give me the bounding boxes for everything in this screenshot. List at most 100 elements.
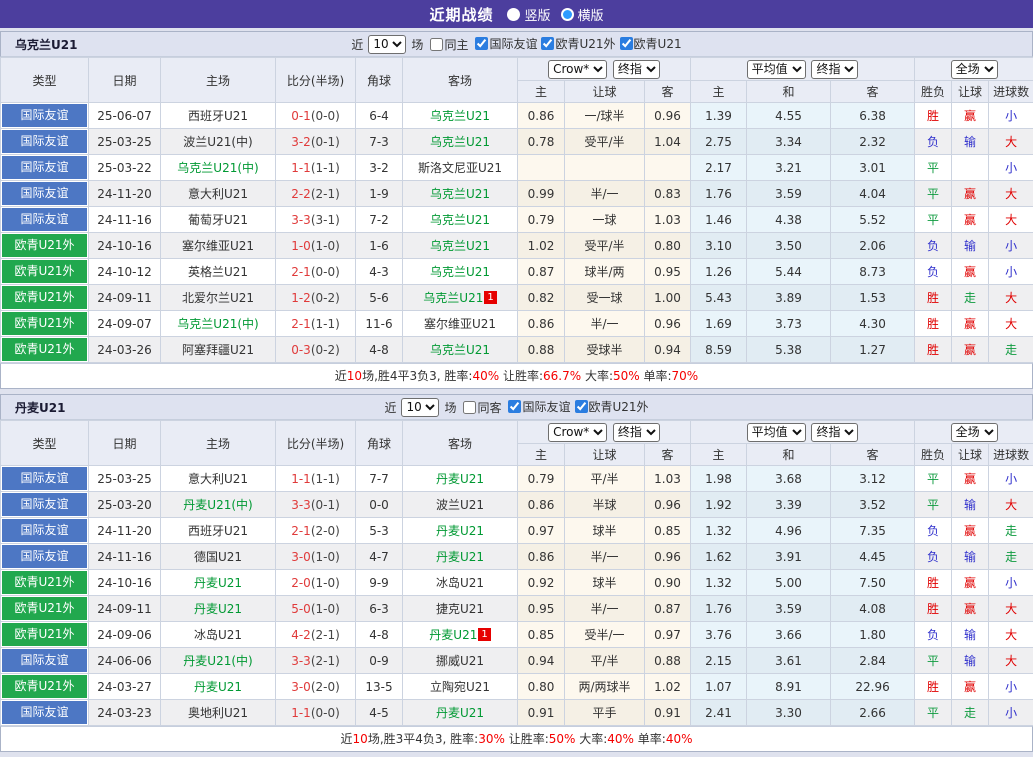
home-team-name: 丹麦U21(中) (183, 498, 252, 512)
summary-text: 66.7% (543, 369, 581, 383)
avg-away-cell: 2.66 (831, 700, 915, 726)
odds-away-cell: 0.91 (645, 700, 691, 726)
league-checkbox[interactable]: 国际友谊 (508, 398, 570, 415)
radio-vertical-icon[interactable] (507, 8, 520, 21)
league-type-cell: 国际友谊 (1, 466, 89, 492)
league-type-cell: 欧青U21外 (1, 259, 89, 285)
league-checkbox[interactable]: 欧青U21外 (575, 398, 649, 415)
score-cell: 3-3(2-1) (276, 648, 356, 674)
vertical-layout-option[interactable]: 竖版 (507, 5, 550, 24)
avg-home-cell: 1.32 (691, 518, 747, 544)
summary-text: 50% (549, 732, 576, 746)
avg-home-cell: 1.92 (691, 492, 747, 518)
home-team-name: 丹麦U21 (194, 680, 242, 694)
result-cell-value: 负 (927, 239, 939, 253)
odds-away-cell: 0.96 (645, 544, 691, 570)
same-venue-checkbox[interactable]: 同主 (430, 36, 468, 53)
score-cell: 3-0(1-0) (276, 544, 356, 570)
handicap-result-cell: 输 (952, 544, 989, 570)
home-team-name: 北爱尔兰U21 (182, 291, 254, 305)
avg-away-cell: 1.80 (831, 622, 915, 648)
corners-cell: 5-3 (356, 518, 403, 544)
corners-cell: 5-6 (356, 285, 403, 311)
result-cell: 胜 (915, 674, 952, 700)
same-venue-checkbox[interactable]: 同客 (463, 399, 501, 416)
final-odds-select[interactable]: 终指 (613, 60, 660, 79)
league-type-badge: 欧青U21外 (2, 312, 87, 335)
final-odds-select-2[interactable]: 终指 (811, 60, 858, 79)
bookmaker-select[interactable]: Crow* (548, 60, 607, 79)
goals-cell: 大 (989, 648, 1033, 674)
radio-horizontal-icon[interactable] (561, 8, 574, 21)
avg-away-cell: 2.32 (831, 129, 915, 155)
handicap-cell: 受半/一 (565, 622, 645, 648)
result-cell-value: 负 (927, 135, 939, 149)
avg-away-cell: 5.52 (831, 207, 915, 233)
home-team-name: 西班牙U21 (188, 109, 248, 123)
col-header-goals: 进球数 (989, 444, 1033, 466)
avg-home-cell: 2.75 (691, 129, 747, 155)
match-row: 欧青U21外24-03-27丹麦U213-0(2-0)13-5立陶宛U210.8… (1, 674, 1033, 700)
handicap-result-cell: 赢 (952, 466, 989, 492)
handicap-cell: 受一球 (565, 285, 645, 311)
col-header-corner: 角球 (356, 421, 403, 466)
horizontal-layout-option[interactable]: 横版 (561, 5, 604, 24)
handicap-result-cell-value: 走 (964, 291, 976, 305)
avg-home-cell: 1.32 (691, 570, 747, 596)
league-checkbox-input[interactable] (541, 37, 554, 50)
corners-cell: 11-6 (356, 311, 403, 337)
full-match-select[interactable]: 全场 (951, 60, 998, 79)
odds-away-cell: 0.95 (645, 259, 691, 285)
league-checkbox[interactable]: 欧青U21外 (541, 35, 615, 52)
average-select[interactable]: 平均值 (747, 423, 806, 442)
home-team-name: 西班牙U21 (188, 524, 248, 538)
odds-home-cell (518, 155, 565, 181)
league-checkbox-input[interactable] (575, 400, 588, 413)
league-checkbox-input[interactable] (508, 400, 521, 413)
date-cell: 24-03-27 (89, 674, 161, 700)
summary-text: 近 (335, 369, 347, 383)
away-team-cell: 波兰U21 (403, 492, 518, 518)
corners-cell: 3-2 (356, 155, 403, 181)
result-cell-value: 平 (927, 498, 939, 512)
league-type-cell: 欧青U21外 (1, 285, 89, 311)
match-row: 国际友谊25-03-20丹麦U21(中)3-3(0-1)0-0波兰U210.86… (1, 492, 1033, 518)
bookmaker-select[interactable]: Crow* (548, 423, 607, 442)
summary-text: 大率: (575, 732, 607, 746)
goals-cell: 大 (989, 596, 1033, 622)
league-checkbox[interactable]: 欧青U21 (620, 35, 682, 52)
match-count-select[interactable]: 10 (401, 398, 439, 417)
home-team-cell: 德国U21 (161, 544, 276, 570)
avg-home-cell: 3.76 (691, 622, 747, 648)
league-checkbox-input[interactable] (475, 37, 488, 50)
odds-away-cell: 0.96 (645, 311, 691, 337)
handicap-result-cell: 赢 (952, 207, 989, 233)
handicap-result-cell-value: 输 (964, 135, 976, 149)
odds-home-cell: 0.85 (518, 622, 565, 648)
goals-cell: 走 (989, 544, 1033, 570)
league-checkbox[interactable]: 国际友谊 (475, 35, 537, 52)
full-match-select[interactable]: 全场 (951, 423, 998, 442)
handicap-cell: 受球半 (565, 337, 645, 363)
date-cell: 24-09-07 (89, 311, 161, 337)
bookmaker-group-header: Crow* 终指 (518, 58, 691, 81)
final-odds-select[interactable]: 终指 (613, 423, 660, 442)
final-odds-select-2[interactable]: 终指 (811, 423, 858, 442)
avg-away-cell: 4.45 (831, 544, 915, 570)
match-count-select[interactable]: 10 (368, 35, 406, 54)
same-venue-checkbox-input[interactable] (463, 401, 476, 414)
same-venue-checkbox-input[interactable] (430, 38, 443, 51)
average-select[interactable]: 平均值 (747, 60, 806, 79)
odds-home-cell: 1.02 (518, 233, 565, 259)
half-time-score: (0-0) (311, 109, 340, 123)
half-time-score: (2-0) (311, 524, 340, 538)
goals-cell-value: 走 (1005, 343, 1017, 357)
result-cell: 平 (915, 648, 952, 674)
handicap-result-cell: 赢 (952, 259, 989, 285)
league-type-badge: 国际友谊 (2, 649, 87, 672)
col-header-handicap-result: 让球 (952, 444, 989, 466)
odds-home-cell: 0.79 (518, 466, 565, 492)
away-team-cell: 丹麦U211 (403, 622, 518, 648)
league-checkbox-input[interactable] (620, 37, 633, 50)
goals-cell: 大 (989, 129, 1033, 155)
